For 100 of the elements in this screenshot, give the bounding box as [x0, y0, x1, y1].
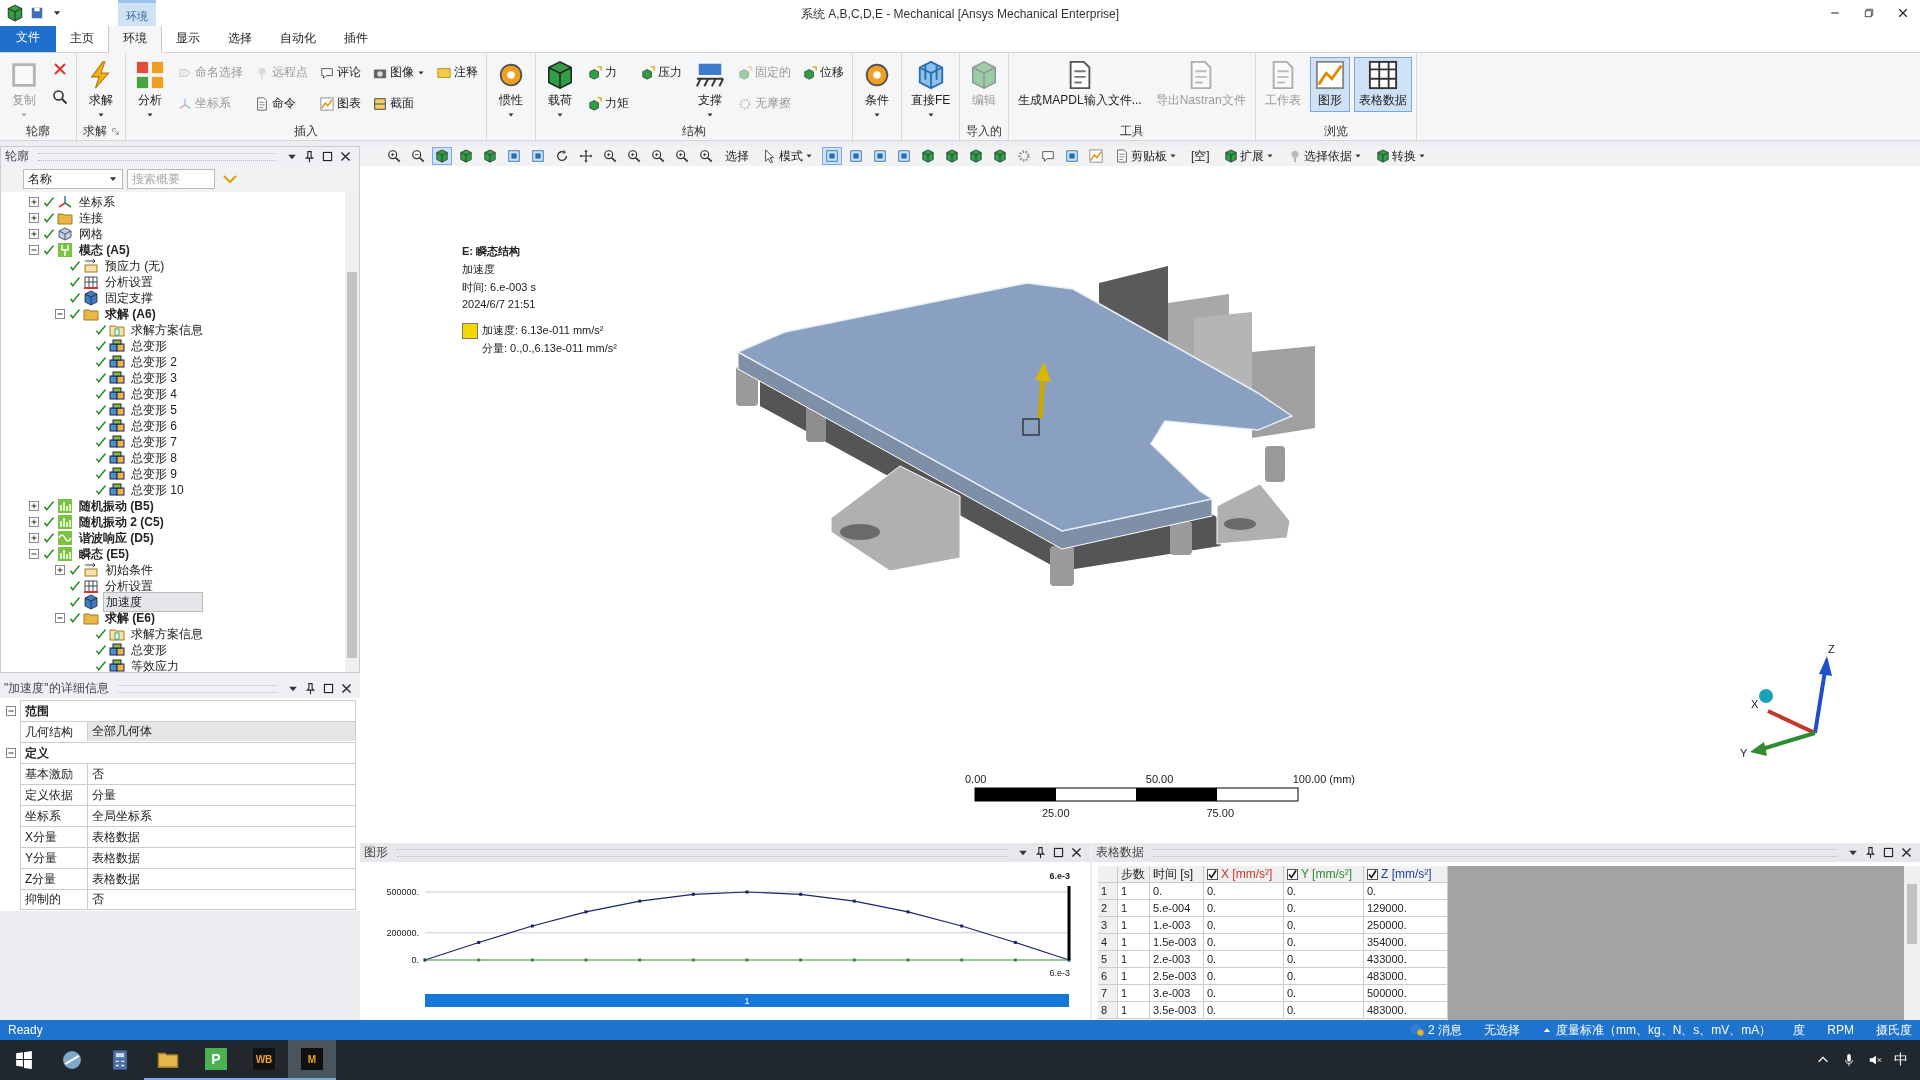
ribbon-button[interactable]: 命令 [251, 92, 312, 115]
tree-item[interactable]: 求解 (E6) [103, 609, 157, 627]
tree-item[interactable]: 等效应力 [129, 657, 181, 672]
checkbox[interactable] [1367, 868, 1378, 880]
column-header[interactable]: X [mm/s²] [1204, 866, 1284, 883]
pin-button[interactable] [303, 681, 318, 696]
toolbar-button[interactable]: 选择依据 [1282, 145, 1367, 167]
cube-button[interactable] [432, 147, 452, 165]
ribbon-tab[interactable]: 插件 [330, 25, 382, 52]
tree-item[interactable]: 总变形 6 [129, 417, 179, 435]
ribbon-button[interactable]: 图形 [1309, 57, 1350, 112]
tree-item[interactable]: 初始条件 [103, 561, 155, 579]
tree-item[interactable]: 总变形 [129, 641, 169, 659]
tree-item[interactable]: 谐波响应 (D5) [77, 529, 156, 547]
tree-item[interactable]: 总变形 [129, 337, 169, 355]
toolbar-button[interactable]: [空] [1186, 145, 1215, 167]
property-value[interactable]: 全部几何体 [87, 721, 356, 741]
expand-icon[interactable] [29, 517, 39, 527]
tree-item[interactable]: 总变形 3 [129, 369, 179, 387]
ribbon-button[interactable]: 分析 [130, 57, 170, 122]
ribbon-tab[interactable]: 主页 [56, 25, 108, 52]
taskbar-app[interactable]: M [288, 1040, 336, 1080]
ribbon-button[interactable]: 力矩 [584, 92, 633, 115]
property-value[interactable]: 否 [87, 763, 356, 784]
speed-unit[interactable]: RPM [1827, 1023, 1854, 1037]
toolbar-button[interactable]: 扩展 [1218, 145, 1279, 167]
ribbon-button[interactable]: 条件 [857, 57, 897, 122]
tree-item[interactable]: 随机振动 2 (C5) [77, 513, 166, 531]
grip-handle[interactable] [397, 848, 1007, 857]
frame-button[interactable] [822, 147, 842, 165]
tree-item[interactable]: 总变形 9 [129, 465, 179, 483]
tree-item[interactable]: 预应力 (无) [103, 257, 167, 275]
ribbon-button[interactable]: 评论 [316, 61, 365, 84]
expand-icon[interactable] [29, 229, 39, 239]
tree-item[interactable]: 坐标系 [77, 193, 117, 211]
ribbon-button[interactable]: 注释 [433, 61, 482, 84]
grip-handle[interactable] [1153, 848, 1837, 857]
expand-icon[interactable] [29, 213, 39, 223]
collapse-icon[interactable] [29, 549, 39, 559]
pin-button[interactable] [1033, 845, 1048, 860]
close-button[interactable] [1899, 845, 1914, 860]
tree-item[interactable]: 模态 (A5) [77, 241, 132, 259]
ribbon-tab[interactable]: 显示 [162, 25, 214, 52]
filter-dropdown[interactable]: 名称 [23, 169, 123, 189]
tree-item[interactable]: 总变形 2 [129, 353, 179, 371]
tree-item[interactable]: 固定支撑 [103, 289, 155, 307]
grip-handle[interactable] [117, 684, 277, 693]
toolbar-button[interactable]: 模式 [758, 145, 818, 167]
messages-button[interactable]: 2 消息 [1409, 1021, 1462, 1039]
ribbon-tab[interactable]: 环境 [108, 24, 162, 53]
tree-item[interactable]: 分析设置 [103, 577, 155, 595]
tree-item[interactable]: 求解方案信息 [129, 625, 205, 643]
property-value[interactable]: 表格数据 [87, 847, 356, 868]
ribbon-button[interactable]: 力 [584, 61, 633, 84]
line-chart-button[interactable] [1086, 147, 1106, 165]
column-header[interactable]: 步数 [1118, 866, 1150, 883]
ribbon-button[interactable]: 生成MAPDL输入文件... [1013, 57, 1147, 112]
expand-icon[interactable] [29, 197, 39, 207]
expand-icon[interactable] [55, 565, 65, 575]
tree-item[interactable]: 加速度 [103, 592, 203, 612]
scrollbar[interactable] [1904, 866, 1920, 1020]
ribbon-button[interactable]: 支撑 [690, 57, 730, 122]
tree-item[interactable]: 连接 [77, 209, 105, 227]
close-button[interactable] [1069, 845, 1084, 860]
collapse-icon[interactable] [6, 747, 16, 758]
expand-icon[interactable] [29, 501, 39, 511]
maximize-button[interactable] [320, 149, 335, 164]
property-value[interactable]: 全局坐标系 [87, 805, 356, 826]
tree-item[interactable]: 总变形 10 [129, 481, 186, 499]
ribbon-button[interactable]: 表格数据 [1353, 57, 1412, 112]
ribbon-button[interactable]: 载荷 [540, 57, 580, 122]
collapse-icon[interactable] [55, 613, 65, 623]
collapse-icon[interactable] [29, 245, 39, 255]
tree-item[interactable]: 分析设置 [103, 273, 155, 291]
maximize-button[interactable] [1881, 845, 1896, 860]
tree-item[interactable]: 总变形 8 [129, 449, 179, 467]
property-value[interactable]: 表格数据 [87, 826, 356, 847]
pin-button[interactable] [302, 149, 317, 164]
input-method-indicator[interactable]: 中 [1888, 1040, 1920, 1080]
collapse-icon[interactable] [6, 705, 16, 716]
scrollbar[interactable] [345, 192, 359, 672]
ribbon-button[interactable]: 图像 [369, 61, 429, 84]
pin-button[interactable] [1863, 845, 1878, 860]
toolbar-button[interactable]: 选择 [720, 145, 754, 167]
ribbon-tab[interactable]: 选择 [214, 25, 266, 52]
ribbon-tab[interactable]: 自动化 [266, 25, 330, 52]
ribbon-button[interactable]: 位移 [799, 61, 848, 84]
tree-item[interactable]: 随机振动 (B5) [77, 497, 156, 515]
column-header[interactable]: Z [mm/s²] [1364, 866, 1448, 883]
close-button[interactable] [339, 681, 354, 696]
ribbon-button[interactable]: 惯性 [491, 57, 531, 122]
search-field[interactable]: 搜索概要 [127, 169, 215, 189]
column-header[interactable]: 时间 [s] [1150, 866, 1204, 883]
angle-unit[interactable]: 度 [1793, 1021, 1806, 1039]
maximize-button[interactable] [1051, 845, 1066, 860]
tree-item[interactable]: 总变形 7 [129, 433, 179, 451]
tree-item[interactable]: 网格 [77, 225, 105, 243]
checkbox[interactable] [1287, 868, 1298, 880]
units-button[interactable]: 度量标准（mm、kg、N、s、mV、mA） [1542, 1021, 1772, 1039]
collapse-icon[interactable] [55, 309, 65, 319]
